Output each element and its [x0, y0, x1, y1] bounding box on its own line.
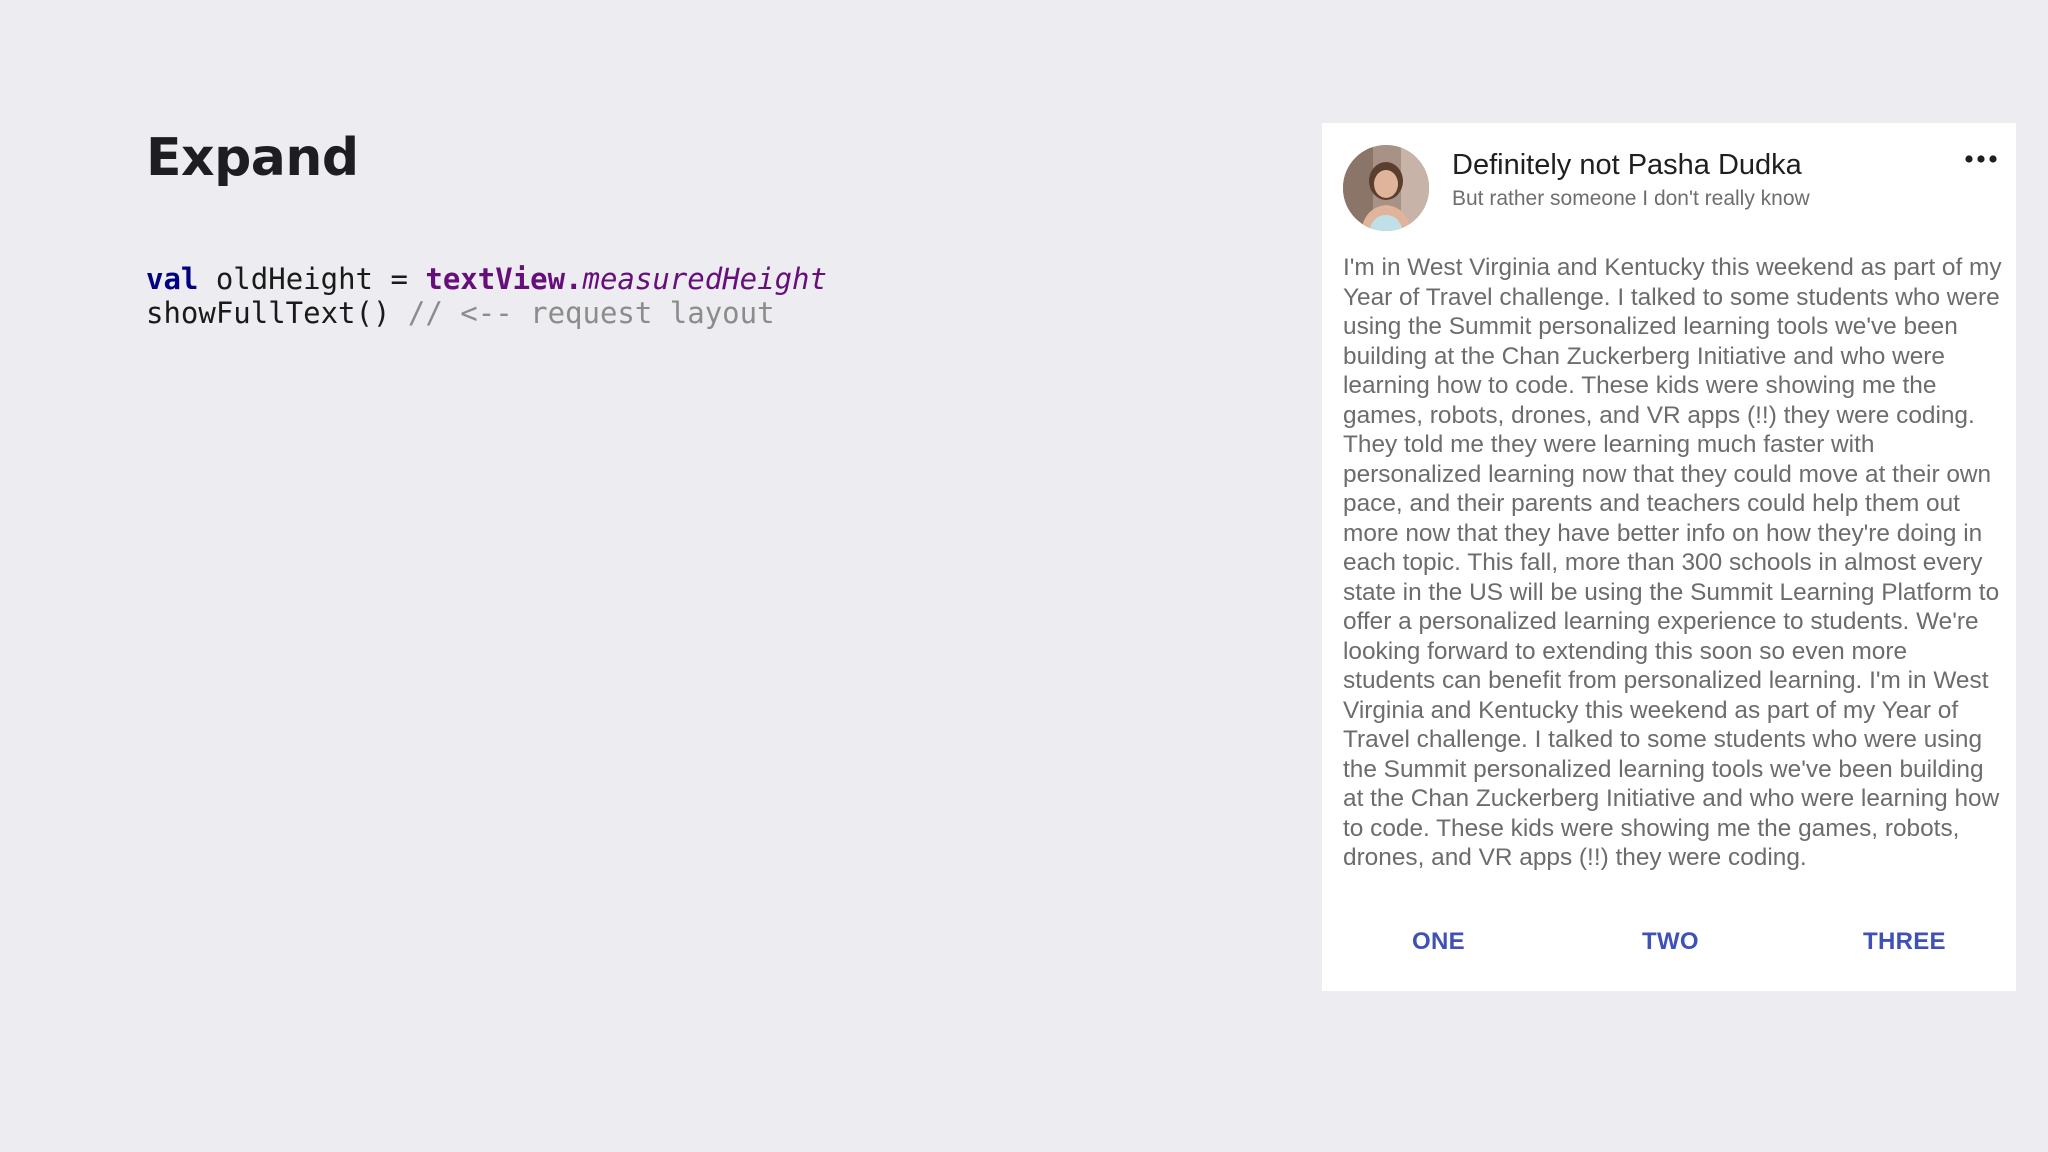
action-button-three[interactable]: THREE: [1863, 928, 1946, 956]
code-snippet: val oldHeight = textView.measuredHeight s…: [146, 262, 827, 330]
post-card: Definitely not Pasha Dudka But rather so…: [1322, 123, 2016, 991]
code-line-2: showFullText() // <-- request layout: [146, 296, 827, 330]
slide-title: Expand: [146, 128, 359, 188]
author-subtitle: But rather someone I don't really know: [1452, 187, 1810, 210]
code-call: showFullText(): [146, 296, 408, 330]
code-property: measuredHeight: [582, 262, 827, 296]
code-line-1: val oldHeight = textView.measuredHeight: [146, 262, 827, 296]
code-comment: // <-- request layout: [407, 296, 775, 330]
action-button-two[interactable]: TWO: [1642, 928, 1699, 956]
post-body-text: I'm in West Virginia and Kentucky this w…: [1343, 254, 2002, 871]
author-name[interactable]: Definitely not Pasha Dudka: [1452, 149, 1802, 182]
code-variable: oldHeight =: [198, 262, 426, 296]
action-bar: ONE TWO THREE: [1322, 928, 2016, 968]
avatar[interactable]: [1343, 145, 1429, 231]
code-receiver: textView.: [425, 262, 583, 296]
avatar-photo-icon: [1343, 145, 1429, 231]
more-horizontal-icon[interactable]: [1964, 149, 1998, 169]
action-button-one[interactable]: ONE: [1412, 928, 1465, 956]
code-keyword: val: [146, 262, 199, 296]
